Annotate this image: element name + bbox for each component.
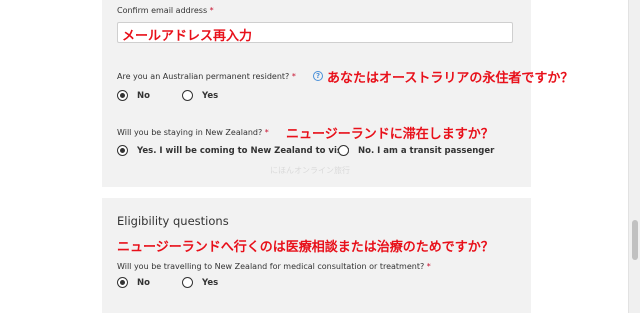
required-mark: *: [426, 262, 431, 271]
stay-yes-radio[interactable]: [117, 145, 128, 156]
stay-yes-label[interactable]: Yes. I will be coming to New Zealand to …: [137, 146, 349, 156]
section-title: Eligibility questions: [117, 214, 229, 228]
confirm-email-label-text: Confirm email address: [117, 6, 208, 15]
pr-no-radio[interactable]: [117, 90, 128, 101]
confirm-email-label: Confirm email address *: [117, 6, 214, 15]
pr-yes-radio[interactable]: [182, 90, 193, 101]
confirm-email-value: メールアドレス再入力: [122, 29, 253, 44]
required-mark: *: [209, 6, 214, 15]
watermark: にほんオンライン旅行: [270, 166, 350, 175]
medical-question-translation: ニュージーランドへ行くのは医療相談または治療のためですか？: [117, 240, 494, 255]
medical-yes-radio[interactable]: [182, 277, 193, 288]
medical-no-label[interactable]: No: [137, 278, 150, 288]
required-mark: *: [264, 128, 269, 137]
medical-yes-label[interactable]: Yes: [202, 278, 218, 288]
medical-no-radio[interactable]: [117, 277, 128, 288]
medical-question-label-text: Will you be travelling to New Zealand fo…: [117, 262, 425, 271]
pr-question-translation: あなたはオーストラリアの永住者ですか？: [327, 71, 574, 86]
stay-no-label[interactable]: No. I am a transit passenger: [358, 146, 494, 156]
pr-question-label: Are you an Australian permanent resident…: [117, 72, 296, 81]
stay-question-label: Will you be staying in New Zealand? *: [117, 128, 269, 137]
help-icon[interactable]: ?: [313, 71, 323, 81]
medical-question-label: Will you be travelling to New Zealand fo…: [117, 262, 431, 271]
pr-yes-label[interactable]: Yes: [202, 91, 218, 101]
required-mark: *: [291, 72, 296, 81]
stay-no-radio[interactable]: [338, 145, 349, 156]
stay-question-translation: ニュージーランドに滞在しますか？: [286, 127, 494, 142]
pr-no-label[interactable]: No: [137, 91, 150, 101]
stay-question-label-text: Will you be staying in New Zealand?: [117, 128, 263, 137]
confirm-email-field[interactable]: メールアドレス再入力: [117, 22, 513, 44]
scrollbar[interactable]: [628, 0, 640, 313]
scrollbar-thumb[interactable]: [632, 220, 638, 260]
pr-question-label-text: Are you an Australian permanent resident…: [117, 72, 290, 81]
